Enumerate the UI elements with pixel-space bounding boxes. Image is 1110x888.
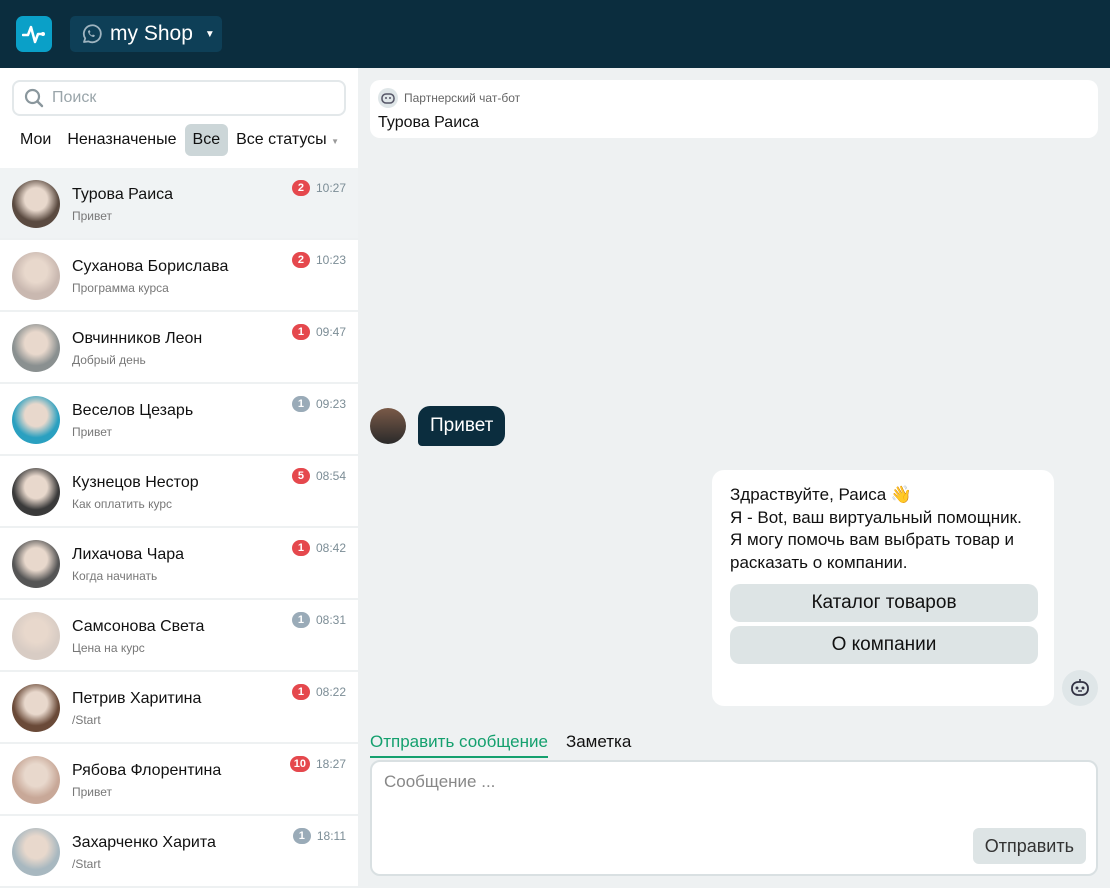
- chat-name: Веселов Цезарь: [72, 402, 194, 419]
- chat-preview: /Start: [72, 857, 101, 871]
- chevron-down-icon: ▼: [204, 28, 215, 40]
- composer-tabs: Отправить сообщение Заметка: [370, 732, 631, 758]
- chat-preview: Когда начинать: [72, 569, 158, 583]
- chat-name: Кузнецов Нестор: [72, 474, 199, 491]
- avatar: [12, 396, 60, 444]
- chat-preview: Программа курса: [72, 281, 169, 295]
- unread-badge: 1: [291, 396, 310, 412]
- chat-preview: Как оплатить курс: [72, 497, 173, 511]
- bot-line: Я могу помочь вам выбрать товар и расказ…: [730, 530, 1015, 572]
- unread-badge: 5: [291, 468, 310, 484]
- chat-name: Суханова Борислава: [72, 258, 229, 275]
- tab-send-message[interactable]: Отправить сообщение: [370, 732, 548, 758]
- chat-time: 08:54: [315, 469, 346, 483]
- filter-status-label: Все статусы: [236, 131, 327, 148]
- bot-avatar-icon: [1062, 670, 1098, 706]
- avatar: [370, 408, 406, 444]
- unread-badge: 1: [291, 684, 310, 700]
- avatar: [12, 180, 60, 228]
- chat-preview: Привет: [72, 425, 113, 439]
- avatar: [12, 828, 60, 876]
- chat-name: Турова Раиса: [72, 186, 174, 203]
- chat-preview: Привет: [72, 785, 113, 799]
- chat-time: 09:47: [315, 325, 346, 339]
- unread-badge: 2: [291, 252, 310, 268]
- avatar: [12, 252, 60, 300]
- chat-time: 08:22: [315, 685, 346, 699]
- contact-name: Турова Раиса: [378, 114, 480, 131]
- chat-time: 18:11: [316, 829, 346, 843]
- chat-list-item[interactable]: Рябова Флорентина Привет 10 18:27: [0, 744, 358, 816]
- chat-name: Овчинников Леон: [72, 330, 203, 347]
- chat-list-item[interactable]: Овчинников Леон Добрый день 1 09:47: [0, 312, 358, 384]
- unread-badge: 1: [292, 828, 311, 844]
- filter-unassigned[interactable]: Неназначеные: [59, 124, 184, 156]
- caret-down-icon: ▼: [331, 137, 340, 146]
- chat-list: Турова Раиса Привет 2 10:27 Суханова Бори…: [0, 168, 358, 888]
- avatar: [12, 324, 60, 372]
- incoming-message: Привет: [370, 406, 506, 446]
- avatar: [12, 540, 60, 588]
- chat-time: 08:42: [315, 541, 346, 555]
- chat-preview: Добрый день: [72, 353, 146, 367]
- message-input[interactable]: Сообщение ... Отправить: [370, 760, 1098, 876]
- avatar: [12, 684, 60, 732]
- chat-list-item[interactable]: Самсонова Света Цена на курс 1 08:31: [0, 600, 358, 672]
- chat-list-item[interactable]: Турова Раиса Привет 2 10:27: [0, 168, 358, 240]
- unread-badge: 2: [291, 180, 310, 196]
- chat-preview: /Start: [72, 713, 101, 727]
- search-input[interactable]: Поиск: [12, 80, 346, 116]
- chat-name: Петрив Харитина: [72, 690, 202, 707]
- search-placeholder: Поиск: [52, 89, 97, 106]
- chat-time: 18:27: [315, 757, 346, 771]
- whatsapp-icon: [82, 24, 102, 44]
- chat-name: Самсонова Света: [72, 618, 205, 635]
- chat-preview: Цена на курс: [72, 641, 145, 655]
- chat-list-item[interactable]: Захарченко Харита /Start 1 18:11: [0, 816, 358, 888]
- avatar: [12, 612, 60, 660]
- conversation-panel: Партнерский чат-бот Турова Раиса Привет …: [358, 68, 1110, 888]
- bot-message: Здраствуйте, Раиса 👋 Я - Bot, ваш виртуа…: [712, 470, 1054, 706]
- search-icon: [24, 88, 44, 108]
- shop-name: my Shop: [110, 22, 193, 45]
- chat-list-item[interactable]: Петрив Харитина /Start 1 08:22: [0, 672, 358, 744]
- chat-list-item[interactable]: Веселов Цезарь Привет 1 09:23: [0, 384, 358, 456]
- chat-name: Рябова Флорентина: [72, 762, 222, 779]
- chat-time: 08:31: [315, 613, 346, 627]
- chat-time: 10:23: [315, 253, 346, 267]
- chat-name: Захарченко Харита: [72, 834, 216, 851]
- filter-tabs: Мои Неназначеные Все Все статусы ▼: [12, 124, 347, 156]
- quick-reply-about[interactable]: О компании: [730, 626, 1038, 664]
- conversation-header: Партнерский чат-бот Турова Раиса: [370, 80, 1098, 138]
- message-bubble: Привет: [418, 406, 506, 446]
- chat-source: Партнерский чат-бот: [404, 91, 521, 105]
- top-bar: my Shop ▼: [0, 0, 1110, 68]
- chat-preview: Привет: [72, 209, 113, 223]
- shop-selector[interactable]: my Shop ▼: [70, 16, 222, 52]
- app-logo-icon[interactable]: [16, 16, 52, 52]
- chat-name: Лихачова Чара: [72, 546, 185, 563]
- bot-line: Здраствуйте, Раиса 👋: [730, 485, 913, 504]
- chat-time: 10:27: [315, 181, 346, 195]
- message-placeholder: Сообщение ...: [384, 772, 496, 791]
- chat-time: 09:23: [315, 397, 346, 411]
- chat-list-item[interactable]: Лихачова Чара Когда начинать 1 08:42: [0, 528, 358, 600]
- unread-badge: 1: [291, 324, 310, 340]
- bot-line: Я - Bot, ваш виртуальный помощник.: [730, 507, 1022, 527]
- chat-list-item[interactable]: Кузнецов Нестор Как оплатить курс 5 08:54: [0, 456, 358, 528]
- filter-mine[interactable]: Мои: [12, 124, 59, 156]
- unread-badge: 1: [291, 540, 310, 556]
- filter-all[interactable]: Все: [184, 124, 229, 156]
- tab-note[interactable]: Заметка: [566, 732, 631, 758]
- send-button[interactable]: Отправить: [972, 828, 1086, 864]
- unread-badge: 1: [291, 612, 310, 628]
- chat-list-item[interactable]: Суханова Борислава Программа курса 2 10:2…: [0, 240, 358, 312]
- avatar: [12, 756, 60, 804]
- unread-badge: 10: [289, 756, 310, 772]
- avatar: [12, 468, 60, 516]
- filter-status-dropdown[interactable]: Все статусы ▼: [228, 124, 347, 156]
- chat-list-panel: Поиск Мои Неназначеные Все Все статусы ▼…: [0, 68, 358, 888]
- quick-reply-catalog[interactable]: Каталог товаров: [730, 584, 1038, 622]
- bot-icon: [378, 88, 398, 108]
